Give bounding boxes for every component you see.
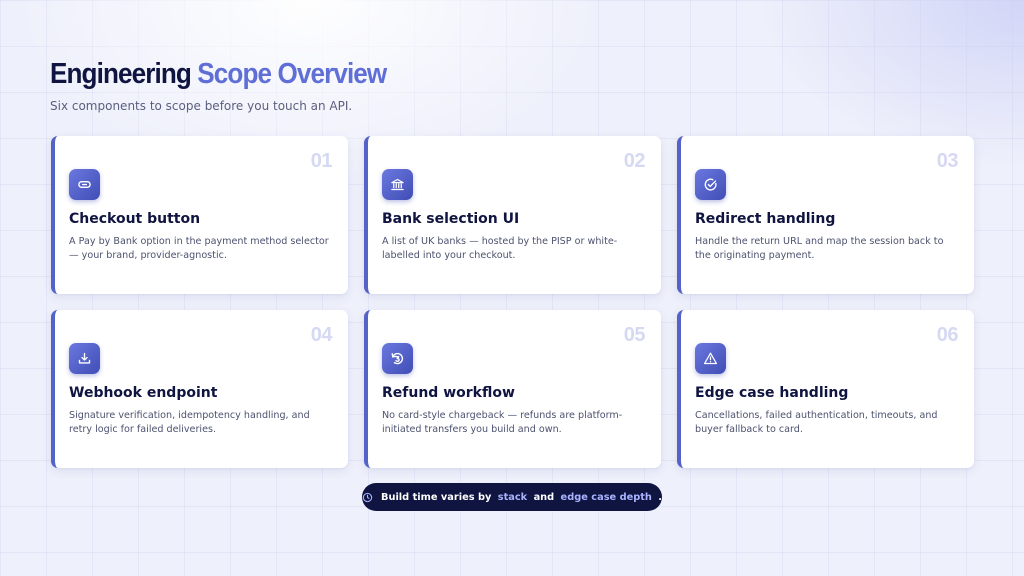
note-suffix: . — [658, 491, 663, 503]
card-title: Bank selection UI — [382, 211, 520, 227]
card-number: 01 — [310, 150, 333, 172]
card-description: No card-style chargeback — refunds are p… — [382, 410, 623, 435]
card-title: Checkout button — [69, 211, 201, 227]
clock-icon — [362, 492, 373, 502]
card-title: Refund workflow — [382, 385, 515, 401]
card-checkout-button: 01 Checkout button A Pay by Bank option … — [51, 136, 348, 294]
card-title: Webhook endpoint — [69, 385, 218, 401]
card-description: A Pay by Bank option in the payment meth… — [69, 236, 329, 261]
card-title: Redirect handling — [695, 211, 836, 227]
warning-icon — [695, 343, 726, 374]
title-part-1: Engineering — [50, 58, 192, 90]
card-refund-workflow: 05 Refund workflow No card-style chargeb… — [364, 310, 661, 468]
link-icon — [69, 169, 100, 200]
download-icon — [69, 343, 100, 374]
card-description: Handle the return URL and map the sessio… — [695, 236, 944, 261]
card-number: 02 — [623, 150, 646, 172]
card-title: Edge case handling — [695, 385, 849, 401]
note-prefix: Build time varies by — [381, 491, 492, 503]
card-description: Signature verification, idempotency hand… — [69, 410, 310, 435]
component-grid: 01 Checkout button A Pay by Bank option … — [51, 136, 974, 468]
refund-icon — [382, 343, 413, 374]
card-bank-selection-ui: 02 Bank selection UI A list of UK banks … — [364, 136, 661, 294]
note-highlight-stack: stack — [497, 491, 528, 503]
card-edge-case-handling: 06 Edge case handling Cancellations, fai… — [677, 310, 974, 468]
card-redirect-handling: 03 Redirect handling Handle the return U… — [677, 136, 974, 294]
page-title: Engineering Scope Overview — [50, 58, 387, 91]
card-number: 03 — [936, 150, 959, 172]
check-circle-icon — [695, 169, 726, 200]
card-number: 06 — [936, 324, 959, 346]
bank-icon — [382, 169, 413, 200]
card-description: A list of UK banks — hosted by the PISP … — [382, 236, 618, 261]
card-description: Cancellations, failed authentication, ti… — [695, 410, 938, 435]
note-connector: and — [533, 491, 555, 503]
build-time-note: Build time varies by stack and edge case… — [362, 483, 662, 511]
page-subtitle: Six components to scope before you touch… — [50, 99, 353, 113]
card-webhook-endpoint: 04 Webhook endpoint Signature verificati… — [51, 310, 348, 468]
note-highlight-edge-case-depth: edge case depth — [560, 491, 652, 503]
card-number: 05 — [623, 324, 646, 346]
title-part-2: Scope Overview — [197, 58, 387, 90]
card-number: 04 — [310, 324, 333, 346]
